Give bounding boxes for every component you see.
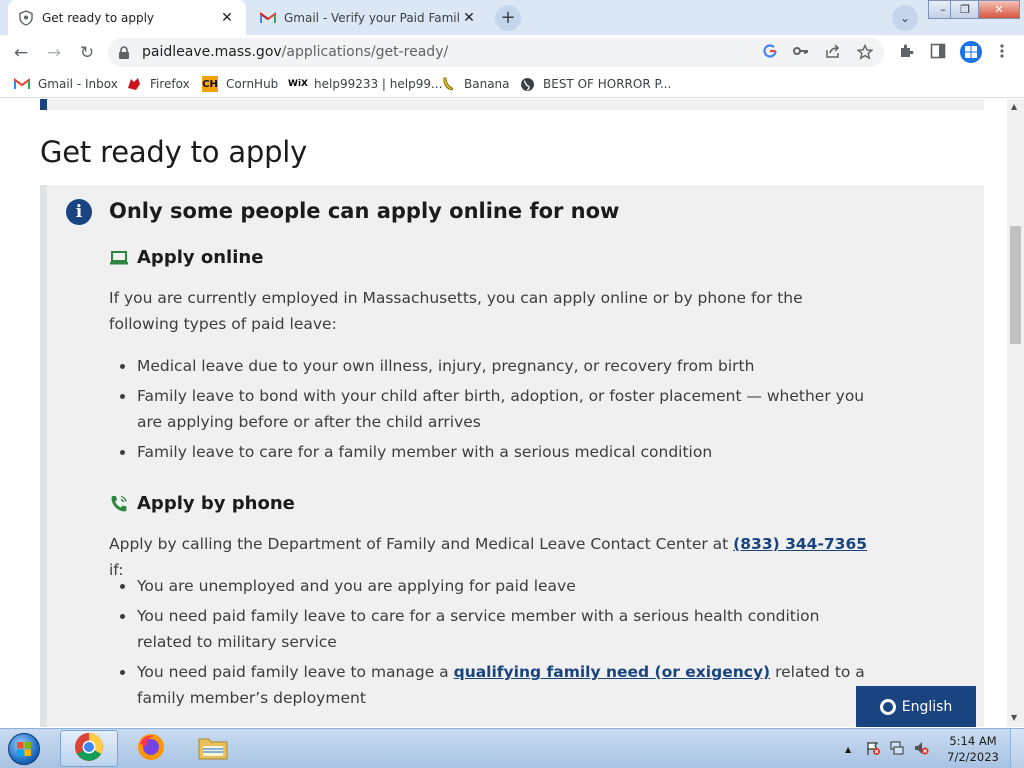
star-icon[interactable] <box>856 43 874 62</box>
list-item: Family leave to bond with your child aft… <box>109 383 879 435</box>
forward-button[interactable]: → <box>42 41 66 65</box>
key-icon[interactable] <box>792 44 810 62</box>
previous-section-edge <box>40 99 984 110</box>
close-window-button[interactable]: ✕ <box>978 0 1020 19</box>
scroll-up-arrow-icon[interactable]: ▲ <box>1011 102 1017 111</box>
list-item: Family leave to care for a family member… <box>109 439 879 465</box>
taskbar-firefox[interactable] <box>122 730 180 767</box>
apply-online-intro: If you are currently employed in Massach… <box>109 289 803 333</box>
page-title: Get ready to apply <box>40 135 308 169</box>
cornhub-icon: CH <box>202 76 218 92</box>
back-button[interactable]: ← <box>9 41 33 65</box>
apply-by-phone-heading: Apply by phone <box>109 493 295 514</box>
bookmark-gmail-inbox[interactable]: Gmail - Inbox <box>14 75 118 93</box>
show-hidden-icons[interactable]: ▲ <box>845 745 857 754</box>
windows-logo-icon <box>8 733 40 765</box>
system-tray: ▲ <box>845 729 929 768</box>
windows-taskbar: ▲ 5:14 AM 7/2/2023 <box>0 728 1024 768</box>
tab-gmail[interactable]: Gmail - Verify your Paid Family and ✕ <box>252 0 486 35</box>
apply-by-phone-list: You are unemployed and you are applying … <box>109 573 879 715</box>
section-accent-bar <box>40 99 47 110</box>
address-bar[interactable]: paidleave.mass.gov/applications/get-read… <box>108 38 884 67</box>
clock-time: 5:14 AM <box>949 734 997 748</box>
list-item: You need paid family leave to manage a q… <box>109 659 879 711</box>
tab-title: Gmail - Verify your Paid Family and <box>284 10 460 25</box>
start-button[interactable] <box>4 731 44 767</box>
reload-button[interactable]: ↻ <box>75 41 99 65</box>
alert-heading: Only some people can apply online for no… <box>109 199 620 223</box>
apply-online-heading: Apply online <box>109 247 263 268</box>
firefox-icon <box>126 76 142 92</box>
file-explorer-icon <box>197 733 229 765</box>
tab-get-ready[interactable]: Get ready to apply ✕ <box>8 0 246 35</box>
alert-left-border <box>40 185 47 727</box>
system-clock[interactable]: 5:14 AM 7/2/2023 <box>944 733 1002 765</box>
wix-icon: WiX <box>288 79 308 89</box>
extensions-icon[interactable] <box>896 43 916 63</box>
tab-strip: Get ready to apply ✕ Gmail - Verify your… <box>0 0 1024 35</box>
page-scrollbar[interactable]: ▲ ▼ <box>1007 99 1024 727</box>
close-tab-icon[interactable]: ✕ <box>460 10 478 26</box>
contact-center-phone-link[interactable]: (833) 344-7365 <box>733 535 867 553</box>
scrollbar-thumb[interactable] <box>1010 226 1021 344</box>
gmail-favicon-icon <box>260 10 276 26</box>
chevron-down-icon: ⌄ <box>899 11 911 25</box>
qualifying-family-need-link[interactable]: qualifying family need (or exigency) <box>454 663 771 681</box>
bookmark-cornhub[interactable]: CH CornHub <box>202 75 278 93</box>
list-item: Medical leave due to your own illness, i… <box>109 353 879 379</box>
clock-date: 7/2/2023 <box>947 750 999 764</box>
lock-icon[interactable] <box>118 45 130 64</box>
banana-icon <box>440 76 456 92</box>
bookmark-banana[interactable]: Banana <box>440 75 510 93</box>
language-selector-button[interactable]: English <box>856 686 976 727</box>
google-lens-icon[interactable] <box>761 44 779 62</box>
side-panel-icon[interactable] <box>928 43 948 63</box>
restore-button[interactable]: ❐ <box>950 0 980 19</box>
menu-icon[interactable] <box>992 43 1012 63</box>
url-text: paidleave.mass.gov/applications/get-read… <box>142 44 449 60</box>
bookmark-firefox[interactable]: Firefox <box>126 75 190 93</box>
chrome-icon <box>74 732 104 766</box>
tab-title: Get ready to apply <box>42 10 155 25</box>
page-viewport: Get ready to apply i Only some people ca… <box>0 99 1007 727</box>
action-center-flag-icon[interactable] <box>865 740 881 759</box>
tab-search-button[interactable]: ⌄ <box>892 5 918 31</box>
bookmark-best-of-horror[interactable]: BEST OF HORROR P... <box>519 75 671 93</box>
profile-icon[interactable] <box>960 41 982 63</box>
globe-icon <box>519 76 535 92</box>
shield-favicon-icon <box>18 9 34 26</box>
volume-muted-icon[interactable] <box>913 740 929 759</box>
phone-icon <box>109 494 129 514</box>
close-tab-icon[interactable]: ✕ <box>218 10 236 26</box>
laptop-icon <box>109 248 129 268</box>
info-icon: i <box>66 199 92 225</box>
bookmarks-bar: Gmail - Inbox Firefox CH CornHub WiX hel… <box>0 70 1024 98</box>
list-item: You are unemployed and you are applying … <box>109 573 879 599</box>
globe-ring-icon <box>879 698 896 715</box>
scroll-down-arrow-icon[interactable]: ▼ <box>1011 713 1017 722</box>
new-tab-button[interactable]: + <box>495 5 521 31</box>
taskbar-chrome[interactable] <box>60 730 118 767</box>
info-alert: i Only some people can apply online for … <box>40 185 984 727</box>
show-desktop-button[interactable] <box>1010 729 1024 768</box>
browser-toolbar: ← → ↻ paidleave.mass.gov/applications/ge… <box>0 35 1024 70</box>
apply-online-list: Medical leave due to your own illness, i… <box>109 353 879 469</box>
firefox-icon <box>136 732 166 766</box>
taskbar-file-explorer[interactable] <box>184 730 242 767</box>
list-item: You need paid family leave to care for a… <box>109 603 879 655</box>
network-icon[interactable] <box>889 740 905 759</box>
gmail-icon <box>14 76 30 92</box>
share-icon[interactable] <box>824 44 842 62</box>
bookmark-help99233[interactable]: WiX help99233 | help99... <box>288 75 442 93</box>
